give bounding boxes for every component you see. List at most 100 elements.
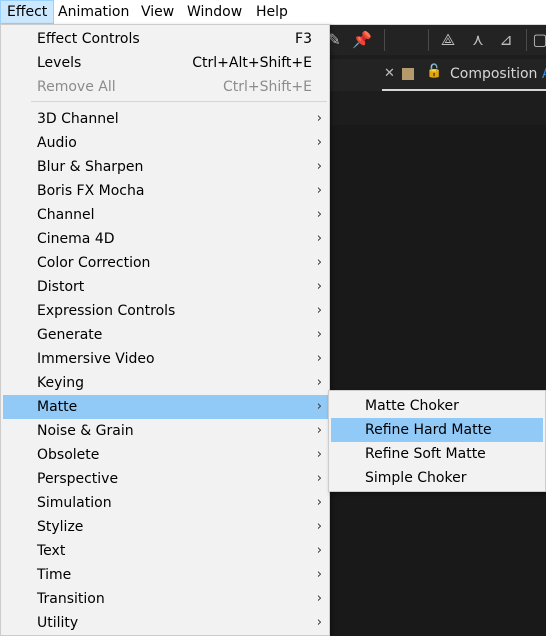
menu-item-label: Remove All bbox=[37, 79, 116, 95]
menu-item-transition[interactable]: Transition › bbox=[3, 587, 328, 611]
menu-item-stylize[interactable]: Stylize › bbox=[3, 515, 328, 539]
puppet-starch-icon[interactable]: ⊿ bbox=[496, 30, 516, 50]
chevron-right-icon: › bbox=[316, 255, 322, 270]
menu-item-blur-and-sharpen[interactable]: Blur & Sharpen › bbox=[3, 155, 328, 179]
submenu-item-label: Simple Choker bbox=[365, 470, 467, 486]
submenu-item-refine-soft-matte[interactable]: Refine Soft Matte bbox=[331, 442, 543, 466]
chevron-right-icon: › bbox=[316, 447, 322, 462]
menu-item-cinema-4d[interactable]: Cinema 4D › bbox=[3, 227, 328, 251]
submenu-item-simple-choker[interactable]: Simple Choker bbox=[331, 466, 543, 490]
menu-item-label: Noise & Grain bbox=[37, 423, 134, 439]
menu-item-utility[interactable]: Utility › bbox=[3, 611, 328, 635]
chevron-right-icon: › bbox=[316, 543, 322, 558]
chevron-right-icon: › bbox=[316, 375, 322, 390]
menu-item-noise-and-grain[interactable]: Noise & Grain › bbox=[3, 419, 328, 443]
menu-item-effect-controls[interactable]: Effect Controls F3 bbox=[3, 27, 328, 51]
active-tab-indicator bbox=[382, 89, 546, 91]
menu-item-label: Blur & Sharpen bbox=[37, 159, 144, 175]
menu-item-label: Utility bbox=[37, 615, 79, 631]
menu-item-label: Time bbox=[37, 567, 72, 583]
menu-item-perspective[interactable]: Perspective › bbox=[3, 467, 328, 491]
menu-item-shortcut: Ctrl+Shift+E bbox=[222, 79, 312, 95]
menu-item-label: Immersive Video bbox=[37, 351, 155, 367]
chevron-right-icon: › bbox=[316, 207, 322, 222]
menu-item-matte[interactable]: Matte › bbox=[3, 395, 328, 419]
menu-item-time[interactable]: Time › bbox=[3, 563, 328, 587]
menu-animation[interactable]: Animation bbox=[52, 0, 135, 24]
menu-item-immersive-video[interactable]: Immersive Video › bbox=[3, 347, 328, 371]
submenu-item-label: Matte Choker bbox=[365, 398, 459, 414]
menu-item-channel[interactable]: Channel › bbox=[3, 203, 328, 227]
menu-item-3d-channel[interactable]: 3D Channel › bbox=[3, 107, 328, 131]
menu-item-text[interactable]: Text › bbox=[3, 539, 328, 563]
menu-view[interactable]: View bbox=[135, 0, 180, 24]
composition-name: AE bbox=[542, 66, 546, 82]
menu-item-remove-all: Remove All Ctrl+Shift+E bbox=[3, 75, 328, 99]
puppet-pin-icon[interactable]: ⟁ bbox=[438, 30, 458, 50]
menu-effect[interactable]: Effect bbox=[0, 0, 55, 24]
chevron-right-icon: › bbox=[316, 159, 322, 174]
menu-item-label: Levels bbox=[37, 55, 82, 71]
menu-item-audio[interactable]: Audio › bbox=[3, 131, 328, 155]
close-icon[interactable]: ✕ bbox=[384, 66, 395, 81]
menu-item-label: 3D Channel bbox=[37, 111, 119, 127]
menu-item-label: Boris FX Mocha bbox=[37, 183, 145, 199]
lock-icon[interactable]: 🔓 bbox=[426, 64, 442, 79]
chevron-right-icon: › bbox=[316, 231, 322, 246]
menu-item-keying[interactable]: Keying › bbox=[3, 371, 328, 395]
submenu-item-label: Refine Soft Matte bbox=[365, 446, 486, 462]
chevron-right-icon: › bbox=[316, 495, 322, 510]
chevron-right-icon: › bbox=[316, 135, 322, 150]
menu-item-label: Keying bbox=[37, 375, 85, 391]
submenu-item-matte-choker[interactable]: Matte Choker bbox=[331, 394, 543, 418]
tab-label: Composition AE bbox=[450, 66, 546, 82]
chevron-right-icon: › bbox=[316, 423, 322, 438]
matte-submenu: Matte Choker Refine Hard Matte Refine Soft… bbox=[328, 390, 546, 492]
chevron-right-icon: › bbox=[316, 111, 322, 126]
pin-icon[interactable]: 📌 bbox=[352, 30, 372, 50]
menu-separator bbox=[31, 101, 327, 102]
menu-help[interactable]: Help bbox=[250, 0, 294, 24]
menu-item-label: Obsolete bbox=[37, 447, 100, 463]
effect-menu: Effect Controls F3 Levels Ctrl+Alt+Shift… bbox=[0, 24, 330, 636]
tab-composition[interactable]: ✕ 🔓 Composition AE bbox=[378, 59, 546, 91]
chevron-right-icon: › bbox=[316, 471, 322, 486]
submenu-item-refine-hard-matte[interactable]: Refine Hard Matte bbox=[331, 418, 543, 442]
menu-item-color-correction[interactable]: Color Correction › bbox=[3, 251, 328, 275]
menu-item-boris-fx-mocha[interactable]: Boris FX Mocha › bbox=[3, 179, 328, 203]
toolbar-divider bbox=[526, 29, 527, 51]
menu-item-label: Stylize bbox=[37, 519, 84, 535]
label-color-swatch bbox=[402, 68, 414, 80]
toolbar-more-icon[interactable]: ▢ bbox=[530, 30, 546, 50]
menu-item-expression-controls[interactable]: Expression Controls › bbox=[3, 299, 328, 323]
menu-item-label: Distort bbox=[37, 279, 85, 295]
menu-item-label: Audio bbox=[37, 135, 77, 151]
chevron-right-icon: › bbox=[316, 399, 322, 414]
puppet-overlap-icon[interactable]: ⋏ bbox=[468, 30, 488, 50]
menu-item-distort[interactable]: Distort › bbox=[3, 275, 328, 299]
chevron-right-icon: › bbox=[316, 351, 322, 366]
toolbar-divider bbox=[384, 29, 385, 51]
menu-item-obsolete[interactable]: Obsolete › bbox=[3, 443, 328, 467]
menu-window[interactable]: Window bbox=[181, 0, 248, 24]
menu-bar: Effect Animation View Window Help bbox=[0, 0, 546, 25]
chevron-right-icon: › bbox=[316, 327, 322, 342]
toolbar-divider bbox=[428, 29, 429, 51]
menu-item-shortcut: Ctrl+Alt+Shift+E bbox=[192, 55, 312, 71]
menu-item-label: Simulation bbox=[37, 495, 112, 511]
menu-item-levels[interactable]: Levels Ctrl+Alt+Shift+E bbox=[3, 51, 328, 75]
chevron-right-icon: › bbox=[316, 183, 322, 198]
menu-item-label: Cinema 4D bbox=[37, 231, 115, 247]
menu-item-simulation[interactable]: Simulation › bbox=[3, 491, 328, 515]
menu-item-label: Perspective bbox=[37, 471, 119, 487]
menu-item-shortcut: F3 bbox=[295, 31, 312, 47]
menu-item-generate[interactable]: Generate › bbox=[3, 323, 328, 347]
menu-item-label: Matte bbox=[37, 399, 78, 415]
menu-item-label: Effect Controls bbox=[37, 31, 140, 47]
chevron-right-icon: › bbox=[316, 615, 322, 630]
chevron-right-icon: › bbox=[316, 519, 322, 534]
chevron-right-icon: › bbox=[316, 279, 322, 294]
menu-item-label: Channel bbox=[37, 207, 95, 223]
chevron-right-icon: › bbox=[316, 567, 322, 582]
menu-item-label: Color Correction bbox=[37, 255, 151, 271]
